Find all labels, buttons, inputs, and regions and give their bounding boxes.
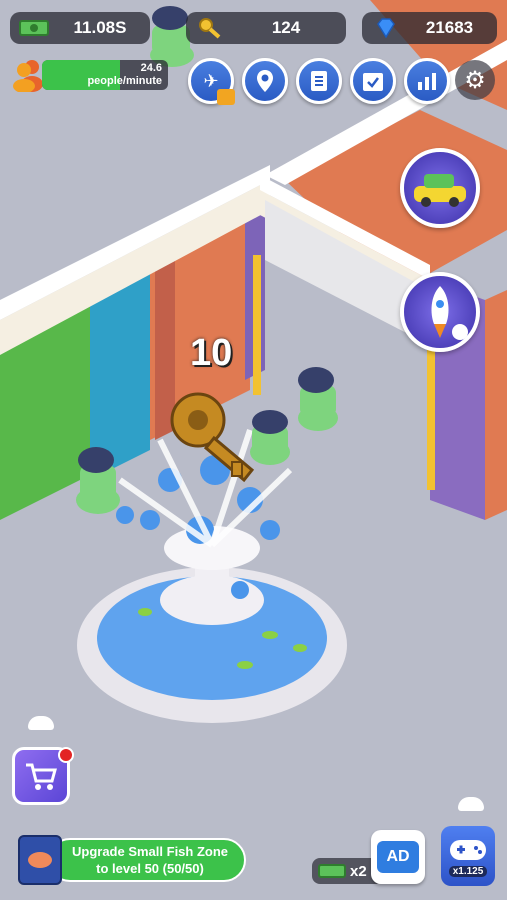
map-button[interactable]	[242, 58, 288, 104]
cash-small-icon	[318, 864, 346, 878]
stats-button[interactable]	[404, 58, 450, 104]
keys-value: 124	[271, 18, 301, 37]
tv-icon: AD	[377, 841, 419, 873]
key-reward-amount: 10	[190, 332, 233, 374]
diamond-icon	[370, 17, 402, 39]
fish-zone-book-icon	[18, 835, 62, 885]
map-pin-icon	[257, 70, 273, 92]
minigame-button[interactable]: x1.125	[441, 826, 495, 886]
tasks-button[interactable]	[296, 58, 342, 104]
upgrade-banner[interactable]: Upgrade Small Fish Zone to level 50 (50/…	[18, 835, 246, 885]
ticket-icon: ✈	[203, 70, 219, 91]
cash-car-boost-button[interactable]	[400, 148, 480, 228]
shopping-cart-icon	[26, 763, 57, 790]
keys-counter: 124	[186, 12, 346, 44]
calendar-check-icon	[363, 73, 383, 91]
gems-value: 21683	[425, 18, 474, 37]
gear-icon: ⚙	[464, 66, 486, 94]
gems-counter: 21683	[362, 12, 497, 44]
settings-button[interactable]: ⚙	[455, 60, 495, 100]
ad-label: AD	[386, 848, 410, 865]
visitor-rate-bar: 24.6 people/minute	[42, 60, 168, 90]
ad-boost-button[interactable]: AD	[371, 830, 425, 884]
visitor-rate-panel: 24.6 people/minute	[12, 58, 168, 93]
cash-counter: 11.08S	[10, 12, 150, 44]
gamepad-icon	[450, 839, 486, 860]
minigame-multiplier-value: x1.125	[452, 865, 484, 877]
clipboard-icon	[311, 71, 327, 91]
rocket-boost-button[interactable]	[400, 272, 480, 352]
lock-icon	[217, 89, 235, 105]
bar-chart-icon	[418, 73, 436, 90]
game-scene	[0, 0, 507, 900]
upgrade-label: Upgrade Small Fish Zone to level 50 (50/…	[48, 838, 246, 882]
visitor-rate-unit: people/minute	[87, 75, 162, 87]
calendar-button[interactable]	[350, 58, 396, 104]
cash-icon	[18, 17, 50, 39]
ticket-button[interactable]: ✈	[188, 58, 235, 105]
cash-multiplier-value: x2	[350, 862, 367, 880]
people-icon	[12, 58, 46, 93]
collapse-left-icon[interactable]	[28, 716, 54, 730]
cash-value: 11.08S	[73, 18, 127, 37]
money-car-icon	[414, 174, 466, 207]
collapse-right-icon[interactable]	[458, 797, 484, 811]
minigame-multiplier: x1.125	[448, 865, 488, 877]
key-icon	[194, 17, 226, 39]
notification-badge	[58, 747, 74, 763]
visitor-rate-value: 24.6	[140, 62, 162, 74]
rocket-icon	[431, 286, 468, 340]
